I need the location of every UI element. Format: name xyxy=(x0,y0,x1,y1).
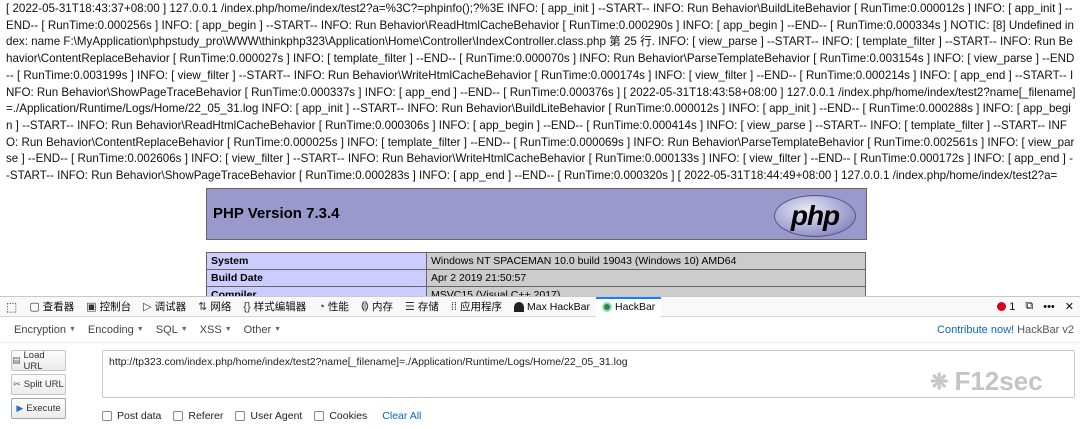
phpinfo-header: PHP Version 7.3.4 php xyxy=(206,188,867,240)
play-icon: ▶ xyxy=(16,403,24,413)
load-url-button[interactable]: ▤ Load URL xyxy=(11,350,66,372)
table-value: Apr 2 2019 21:50:57 xyxy=(426,269,866,287)
table-value: Windows NT SPACEMAN 10.0 build 19043 (Wi… xyxy=(426,252,866,270)
cookies-checkbox[interactable]: Cookies xyxy=(314,410,367,422)
checkbox-box xyxy=(102,411,112,421)
menu-encryption[interactable]: Encryption ▼ xyxy=(14,324,76,336)
chevron-down-icon: ▼ xyxy=(274,326,282,333)
phpinfo-panel: PHP Version 7.3.4 php System Windows NT … xyxy=(206,188,867,304)
php-logo-text: php xyxy=(790,200,840,231)
tab-debugger[interactable]: ▷ 调试器 xyxy=(137,297,192,317)
table-row: System Windows NT SPACEMAN 10.0 build 19… xyxy=(206,252,866,270)
style-editor-icon: {} xyxy=(243,300,251,313)
page-log-text: [ 2022-05-31T18:43:37+08:00 ] 127.0.0.1 … xyxy=(6,2,1076,183)
application-icon: ⁞⁞ xyxy=(450,300,457,313)
watermark-text: F12sec xyxy=(954,366,1043,396)
debugger-icon: ▷ xyxy=(143,301,152,313)
dock-side-icon[interactable]: ⧉ xyxy=(1025,300,1033,313)
table-key: System xyxy=(206,252,427,270)
network-icon: ⇅ xyxy=(198,301,208,313)
table-row: Build Date Apr 2 2019 21:50:57 xyxy=(206,269,866,287)
max-hackbar-icon xyxy=(514,301,524,312)
devtools-panel: ⬚ ▢ 查看器 ▣ 控制台 ▷ 调试器 ⇅ 网络 {} 样式编辑器 ◔ 性能 ⟬⟭ 内存 ☰ 存… xyxy=(0,296,1080,429)
console-icon: ▣ xyxy=(86,301,97,313)
chevron-down-icon: ▼ xyxy=(68,326,76,333)
chevron-down-icon: ▼ xyxy=(136,326,144,333)
close-icon[interactable]: ✕ xyxy=(1065,300,1074,313)
tab-application[interactable]: ⁞⁞ 应用程序 xyxy=(445,297,508,317)
tab-memory[interactable]: ⟬⟭ 内存 xyxy=(355,297,399,317)
tab-performance[interactable]: ◔ 性能 xyxy=(312,297,355,317)
chevron-down-icon: ▼ xyxy=(180,326,188,333)
hackbar-options: Post data Referer User Agent Cookies Cle… xyxy=(102,410,421,422)
php-version-title: PHP Version 7.3.4 xyxy=(213,205,340,222)
wechat-icon: ❋ xyxy=(930,368,949,394)
php-logo-icon: php xyxy=(774,195,856,237)
tab-network[interactable]: ⇅ 网络 xyxy=(192,297,237,317)
more-options-icon[interactable]: ••• xyxy=(1043,301,1055,313)
inspector-icon: ▢ xyxy=(29,301,40,313)
hackbar-icon xyxy=(602,301,613,312)
tab-console[interactable]: ▣ 控制台 xyxy=(80,297,137,317)
memory-icon: ⟬⟭ xyxy=(360,300,369,312)
performance-icon: ◔ xyxy=(318,300,325,313)
devtools-toolbar: ⬚ ▢ 查看器 ▣ 控制台 ▷ 调试器 ⇅ 网络 {} 样式编辑器 ◔ 性能 ⟬⟭ 内存 ☰ 存… xyxy=(0,296,1080,317)
menu-encoding[interactable]: Encoding ▼ xyxy=(88,324,144,336)
menu-sql[interactable]: SQL ▼ xyxy=(156,324,188,336)
user-agent-checkbox[interactable]: User Agent xyxy=(235,410,302,422)
hackbar-contribute: Contribute now! HackBar v2 xyxy=(937,324,1080,336)
storage-icon: ☰ xyxy=(405,301,415,313)
element-picker-icon[interactable]: ⬚ xyxy=(4,300,23,314)
checkbox-box xyxy=(235,411,246,421)
tab-hackbar[interactable]: HackBar xyxy=(596,296,662,317)
chevron-down-icon: ▼ xyxy=(224,326,232,333)
menu-other[interactable]: Other ▼ xyxy=(244,324,281,336)
clear-all-link[interactable]: Clear All xyxy=(382,410,421,422)
post-data-checkbox[interactable]: Post data xyxy=(102,410,161,422)
contribute-link[interactable]: Contribute now! xyxy=(937,324,1014,336)
table-key: Build Date xyxy=(206,269,427,287)
hackbar-menu: Encryption ▼ Encoding ▼ SQL ▼ XSS ▼ Other ▼ C… xyxy=(0,317,1080,343)
error-counter[interactable]: 1 xyxy=(997,301,1015,313)
menu-xss[interactable]: XSS ▼ xyxy=(200,324,232,336)
execute-button[interactable]: ▶ Execute xyxy=(11,398,66,419)
split-url-button[interactable]: ✂ Split URL xyxy=(11,374,66,395)
checkbox-box xyxy=(314,411,325,421)
load-icon: ▤ xyxy=(12,355,21,365)
devtools-toolbar-right: 1 ⧉ ••• ✕ xyxy=(997,300,1080,313)
tab-inspector[interactable]: ▢ 查看器 xyxy=(23,297,80,317)
tab-storage[interactable]: ☰ 存储 xyxy=(399,297,445,317)
tab-style-editor[interactable]: {} 样式编辑器 xyxy=(237,297,312,317)
tab-max-hackbar[interactable]: Max HackBar xyxy=(508,297,596,317)
error-icon xyxy=(997,302,1007,311)
checkbox-box xyxy=(173,411,184,421)
split-icon: ✂ xyxy=(13,379,21,389)
watermark: ❋ F12sec xyxy=(930,366,1043,397)
referer-checkbox[interactable]: Referer xyxy=(173,410,223,422)
hackbar-brand: HackBar v2 xyxy=(1017,323,1074,336)
